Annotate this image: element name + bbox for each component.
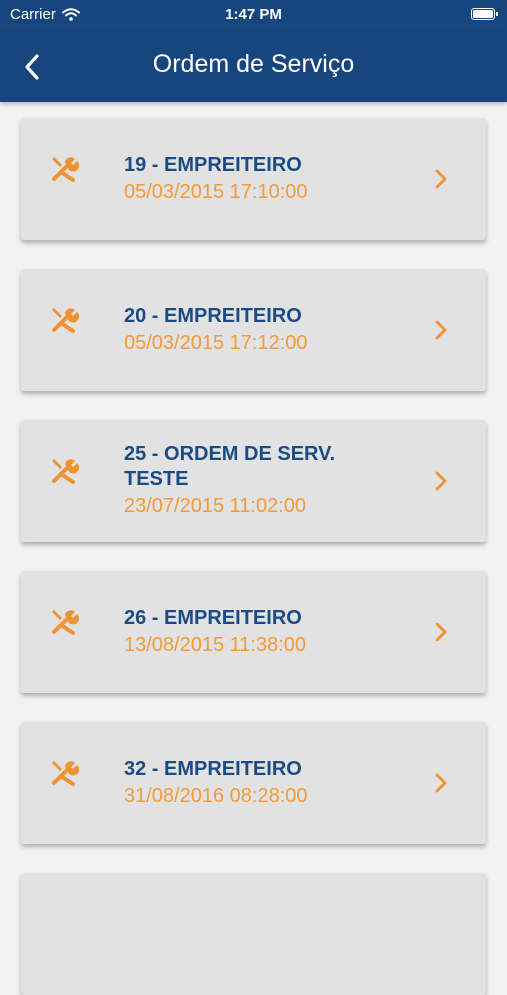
item-text: 32 - EMPREITEIRO 31/08/2016 08:28:00 xyxy=(124,722,386,844)
item-text: 26 - EMPREITEIRO 13/08/2015 11:38:00 xyxy=(124,571,386,693)
chevron-right-icon xyxy=(435,471,447,491)
battery-icon xyxy=(471,8,498,20)
tools-icon xyxy=(52,610,79,635)
order-date: 13/08/2015 11:38:00 xyxy=(124,633,307,656)
service-order-item[interactable]: 25 - ORDEM DE SERV. TESTE 23/07/2015 11:… xyxy=(21,420,486,542)
order-title: 19 - EMPREITEIRO xyxy=(124,153,302,176)
order-title: 25 - ORDEM DE SERV. TESTE xyxy=(124,443,336,490)
page-title: Ordem de Serviço xyxy=(152,50,355,78)
status-bar: Carrier 1:47 PM xyxy=(0,0,507,32)
service-order-item[interactable]: 20 - EMPREITEIRO 05/03/2015 17:12:00 xyxy=(21,269,486,391)
service-order-item-partial[interactable] xyxy=(21,873,486,995)
order-title: 20 - EMPREITEIRO xyxy=(124,304,302,327)
order-date: 23/07/2015 11:02:00 xyxy=(124,495,307,517)
order-date: 05/03/2015 17:12:00 xyxy=(124,331,308,354)
item-text: 20 - EMPREITEIRO 05/03/2015 17:12:00 xyxy=(124,269,386,391)
service-order-item[interactable]: 32 - EMPREITEIRO 31/08/2016 08:28:00 xyxy=(21,722,486,844)
chevron-right-icon xyxy=(435,773,447,793)
tools-icon xyxy=(52,459,79,484)
item-text: 25 - ORDEM DE SERV. TESTE 23/07/2015 11:… xyxy=(124,420,386,542)
order-date: 31/08/2016 08:28:00 xyxy=(124,784,308,807)
chevron-right-icon xyxy=(435,169,447,189)
tools-icon xyxy=(52,761,79,786)
tools-icon xyxy=(52,308,79,333)
navigation-bar: Ordem de Serviço xyxy=(0,32,507,102)
order-title: 26 - EMPREITEIRO xyxy=(124,606,302,629)
item-text: 19 - EMPREITEIRO 05/03/2015 17:10:00 xyxy=(124,118,386,240)
order-date: 05/03/2015 17:10:00 xyxy=(124,180,308,203)
chevron-right-icon xyxy=(435,622,447,642)
service-order-item[interactable]: 26 - EMPREITEIRO 13/08/2015 11:38:00 xyxy=(21,571,486,693)
status-time: 1:47 PM xyxy=(225,6,282,23)
service-order-item[interactable]: 19 - EMPREITEIRO 05/03/2015 17:10:00 xyxy=(21,118,486,240)
tools-icon xyxy=(52,157,79,182)
order-title: 32 - EMPREITEIRO xyxy=(124,757,302,780)
chevron-right-icon xyxy=(435,320,447,340)
